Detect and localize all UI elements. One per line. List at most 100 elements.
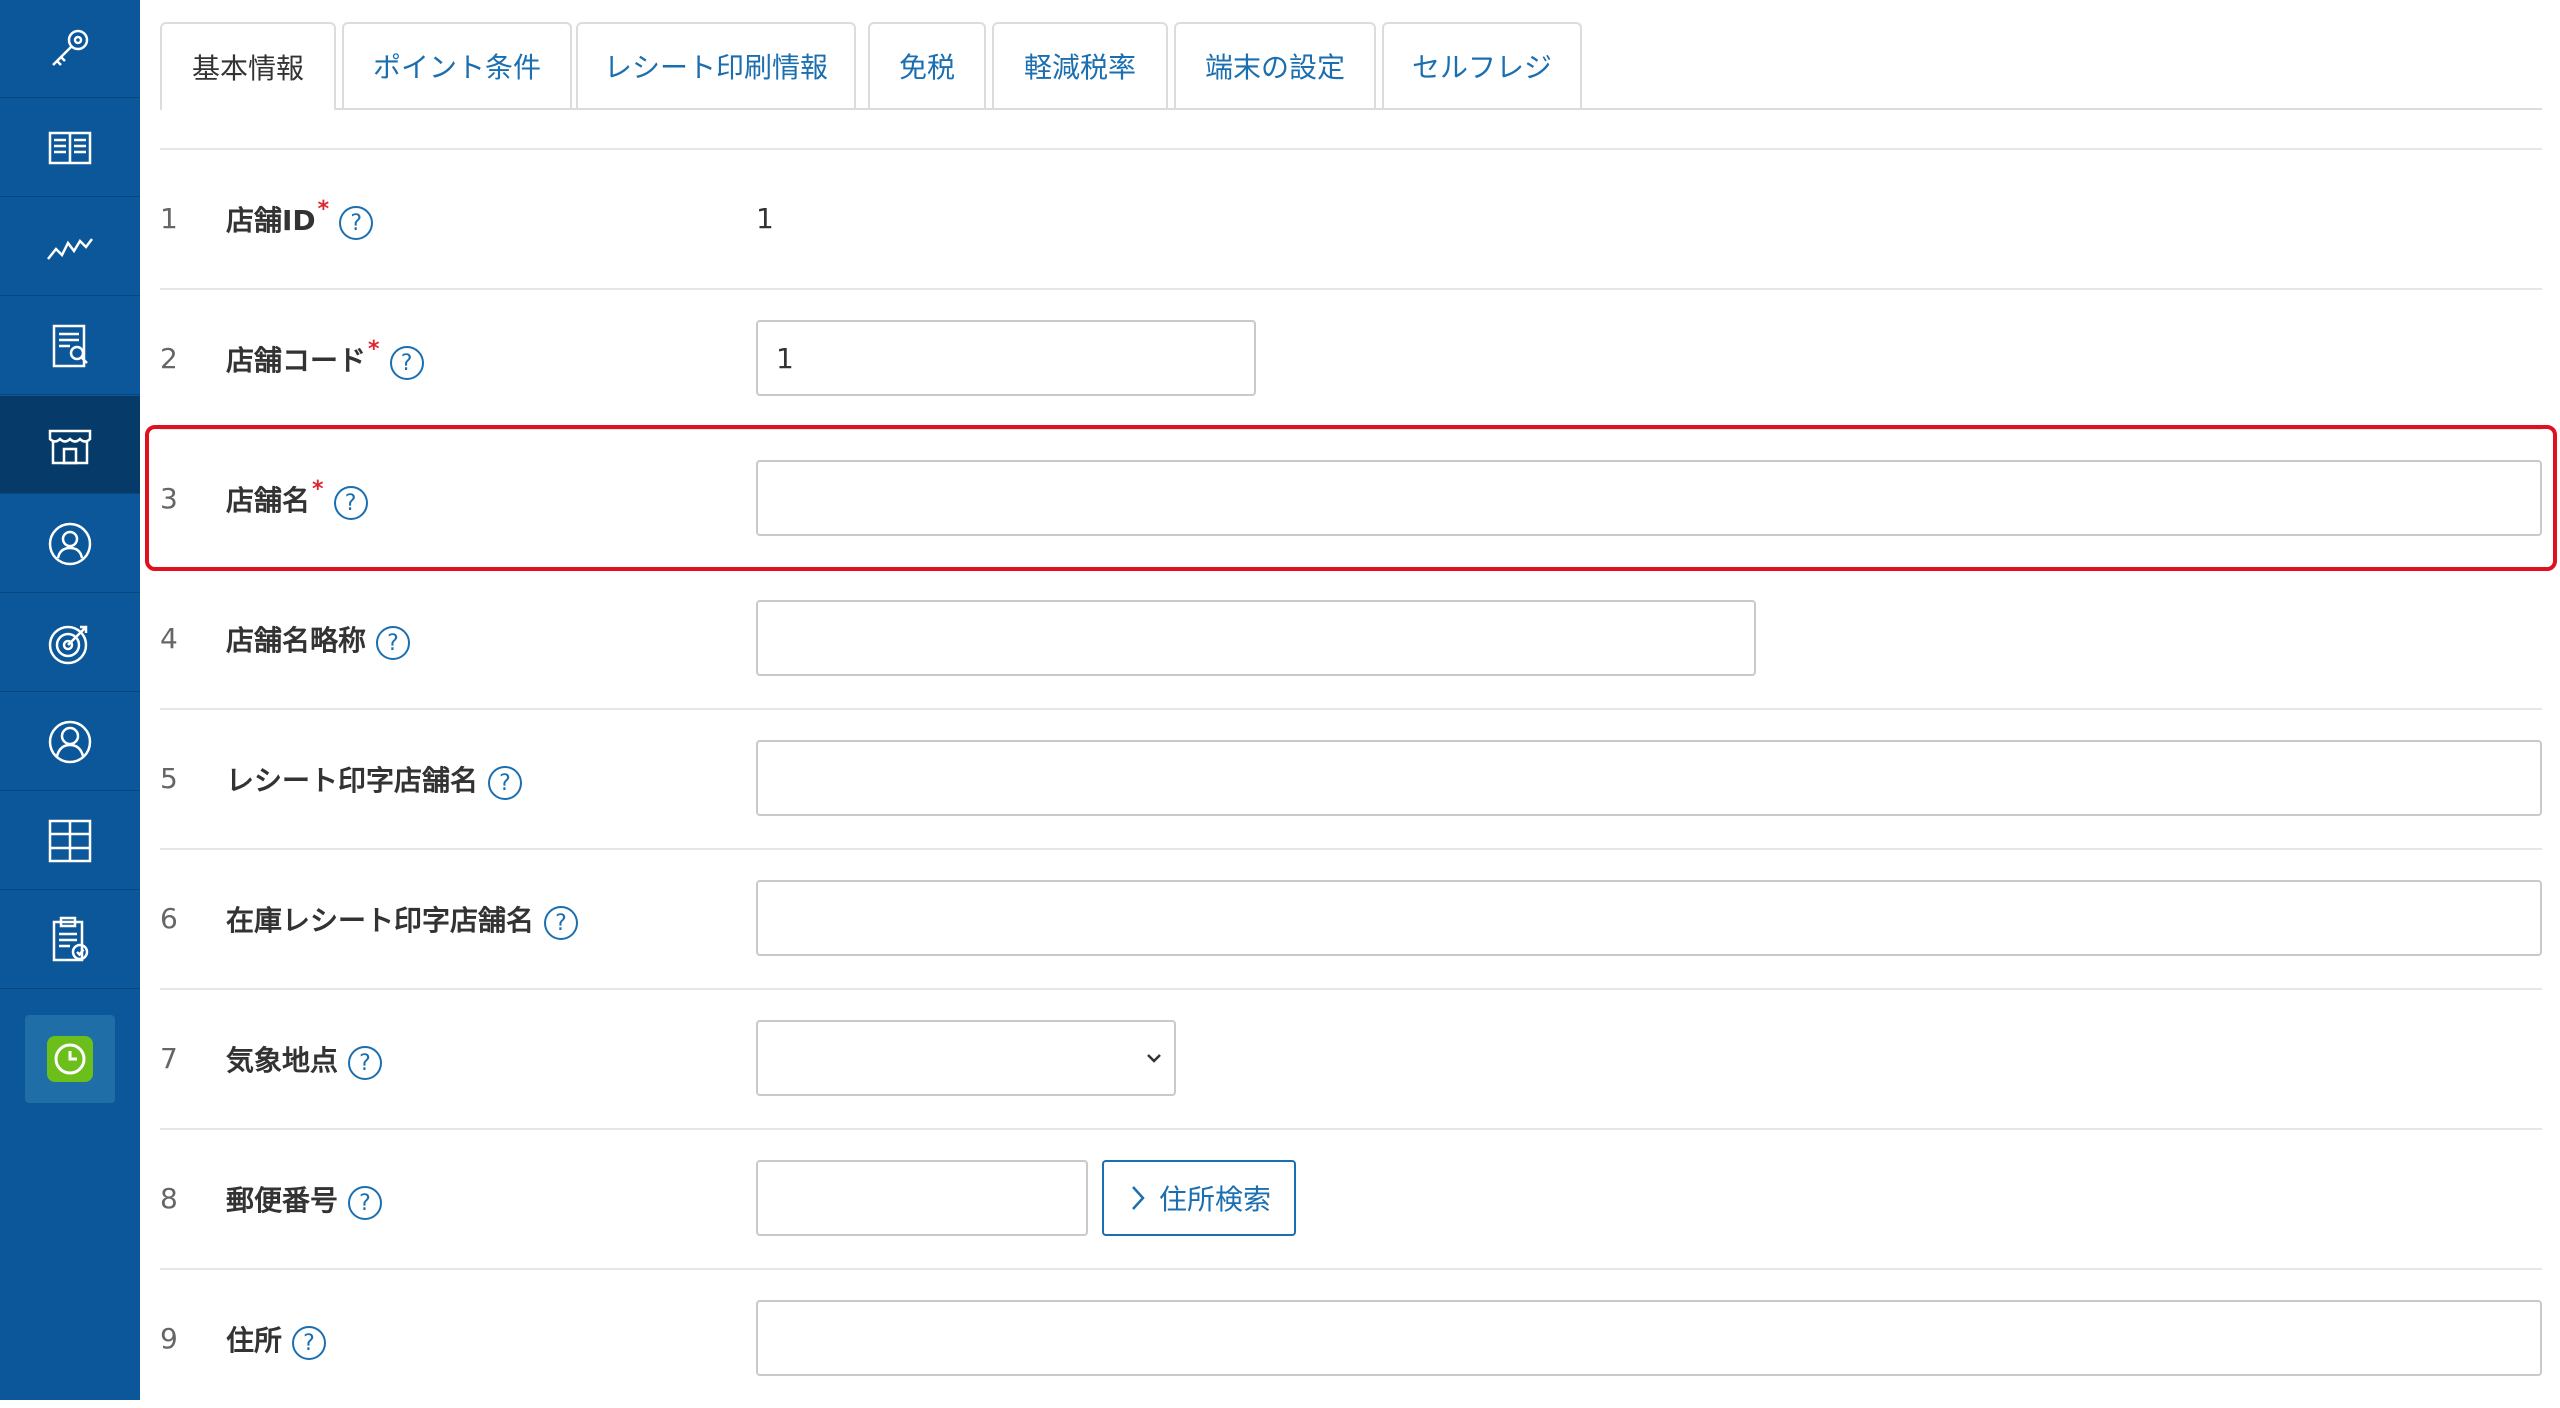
form-row-store-id: 1 店舗ID *? 1 bbox=[160, 148, 2542, 288]
address-input[interactable] bbox=[756, 1300, 2542, 1376]
customer-icon bbox=[48, 522, 92, 565]
report-search-icon bbox=[52, 324, 88, 367]
row-number: 4 bbox=[160, 622, 178, 655]
label-text: 店舗名略称 bbox=[226, 624, 367, 657]
tab-label: 基本情報 bbox=[191, 52, 304, 85]
row-number: 5 bbox=[160, 762, 178, 795]
user-icon bbox=[48, 720, 92, 763]
help-icon[interactable]: ? bbox=[348, 1186, 383, 1220]
book-icon bbox=[48, 131, 92, 164]
clipboard-check-icon bbox=[52, 916, 89, 961]
chevron-right-icon bbox=[1132, 1186, 1145, 1210]
sidebar-item-key[interactable] bbox=[0, 0, 140, 98]
label-text: 住所 bbox=[226, 1324, 283, 1357]
button-label: 住所検索 bbox=[1158, 1183, 1271, 1216]
sidebar-item-store[interactable] bbox=[0, 396, 140, 494]
tab-label: ポイント条件 bbox=[372, 51, 541, 84]
receipt-store-name-input[interactable] bbox=[756, 740, 2542, 816]
stock-receipt-store-name-input[interactable] bbox=[756, 880, 2542, 956]
form-row-receipt-store-name: 5 レシート印字店舗名? bbox=[160, 708, 2542, 848]
row-number: 6 bbox=[160, 902, 178, 935]
sidebar-item-grid[interactable] bbox=[0, 792, 140, 890]
label-text: 在庫レシート印字店舗名 bbox=[226, 904, 535, 937]
label-text: 気象地点 bbox=[226, 1044, 339, 1077]
label-text: 郵便番号 bbox=[226, 1184, 339, 1217]
row-number: 7 bbox=[160, 1042, 178, 1075]
chart-line-icon bbox=[47, 237, 93, 260]
sidebar-item-customer[interactable] bbox=[0, 495, 140, 593]
field-label: レシート印字店舗名? bbox=[226, 710, 523, 848]
weather-point-select[interactable] bbox=[756, 1020, 1176, 1096]
help-icon[interactable]: ? bbox=[333, 486, 368, 520]
store-short-name-input[interactable] bbox=[756, 600, 1756, 676]
store-name-input[interactable] bbox=[756, 460, 2542, 536]
help-icon[interactable]: ? bbox=[488, 766, 523, 800]
sidebar-item-clipboard[interactable] bbox=[0, 891, 140, 989]
sidebar-item-analytics[interactable] bbox=[0, 198, 140, 296]
row-number: 2 bbox=[160, 342, 178, 375]
form-row-store-code: 2 店舗コード *? bbox=[160, 288, 2542, 428]
sidebar bbox=[0, 0, 140, 1400]
field-label: 店舗名 *? bbox=[226, 430, 368, 568]
field-label: 店舗名略称? bbox=[226, 570, 411, 708]
row-number: 8 bbox=[160, 1182, 178, 1215]
app-tile-inner bbox=[47, 1036, 93, 1082]
row-number: 3 bbox=[160, 482, 178, 515]
tab-bar: 基本情報 ポイント条件 レシート印刷情報 免税 軽減税率 端末の設定 セルフレジ bbox=[160, 22, 2542, 110]
label-text: レシート印字店舗名 bbox=[226, 764, 479, 797]
required-mark: * bbox=[368, 336, 380, 362]
row-number: 1 bbox=[160, 202, 178, 235]
postal-code-input[interactable] bbox=[756, 1160, 1088, 1236]
key-icon bbox=[52, 29, 89, 66]
target-icon bbox=[48, 625, 88, 664]
required-mark: * bbox=[317, 196, 330, 222]
field-label: 住所? bbox=[226, 1270, 327, 1408]
tab-tax-free[interactable]: 免税 bbox=[868, 22, 986, 108]
tab-label: 免税 bbox=[898, 51, 955, 84]
label-text: 店舗コード bbox=[226, 344, 367, 377]
store-icon bbox=[48, 429, 92, 464]
tab-self-checkout[interactable]: セルフレジ bbox=[1382, 22, 1582, 108]
grid-icon bbox=[48, 819, 92, 862]
label-text: 店舗ID bbox=[226, 204, 316, 237]
field-label: 店舗コード *? bbox=[226, 290, 424, 428]
help-icon[interactable]: ? bbox=[292, 1326, 327, 1360]
tab-receipt-print[interactable]: レシート印刷情報 bbox=[576, 22, 856, 108]
sidebar-item-timecard[interactable] bbox=[0, 1010, 140, 1108]
help-icon[interactable]: ? bbox=[376, 626, 411, 660]
field-label: 気象地点? bbox=[226, 990, 383, 1128]
sidebar-item-user[interactable] bbox=[0, 693, 140, 791]
form-row-store-short-name: 4 店舗名略称? bbox=[160, 568, 2542, 708]
form-row-store-name: 3 店舗名 *? bbox=[160, 428, 2542, 568]
tab-label: 端末の設定 bbox=[1204, 51, 1345, 84]
tab-reduced-tax[interactable]: 軽減税率 bbox=[992, 22, 1168, 108]
help-icon[interactable]: ? bbox=[544, 906, 579, 940]
form-row-address: 9 住所? bbox=[160, 1268, 2542, 1408]
chevron-down-icon bbox=[1147, 1054, 1161, 1063]
tab-label: セルフレジ bbox=[1411, 51, 1552, 84]
sidebar-item-target[interactable] bbox=[0, 594, 140, 692]
label-text: 店舗名 bbox=[226, 484, 311, 517]
form-row-weather-point: 7 気象地点? bbox=[160, 988, 2542, 1128]
tab-label: レシート印刷情報 bbox=[603, 51, 828, 84]
required-mark: * bbox=[312, 476, 324, 502]
form-row-stock-receipt-store-name: 6 在庫レシート印字店舗名? bbox=[160, 848, 2542, 988]
app-tile bbox=[25, 1015, 115, 1103]
help-icon[interactable]: ? bbox=[348, 1046, 383, 1080]
sidebar-item-report[interactable] bbox=[0, 297, 140, 395]
tab-terminal-settings[interactable]: 端末の設定 bbox=[1174, 22, 1376, 108]
help-icon[interactable]: ? bbox=[339, 206, 374, 240]
tab-basic-info[interactable]: 基本情報 bbox=[160, 22, 336, 110]
store-code-input[interactable] bbox=[756, 320, 1256, 396]
field-label: 店舗ID *? bbox=[226, 150, 374, 288]
sidebar-item-book[interactable] bbox=[0, 99, 140, 197]
tab-point-conditions[interactable]: ポイント条件 bbox=[342, 22, 572, 108]
clock-icon bbox=[54, 1043, 86, 1075]
address-search-button[interactable]: 住所検索 bbox=[1102, 1160, 1296, 1236]
tab-label: 軽減税率 bbox=[1023, 51, 1136, 84]
row-number: 9 bbox=[160, 1322, 178, 1355]
help-icon[interactable]: ? bbox=[389, 346, 424, 380]
form-row-postal-code: 8 郵便番号? 住所検索 bbox=[160, 1128, 2542, 1268]
field-label: 在庫レシート印字店舗名? bbox=[226, 850, 579, 988]
field-label: 郵便番号? bbox=[226, 1130, 383, 1268]
